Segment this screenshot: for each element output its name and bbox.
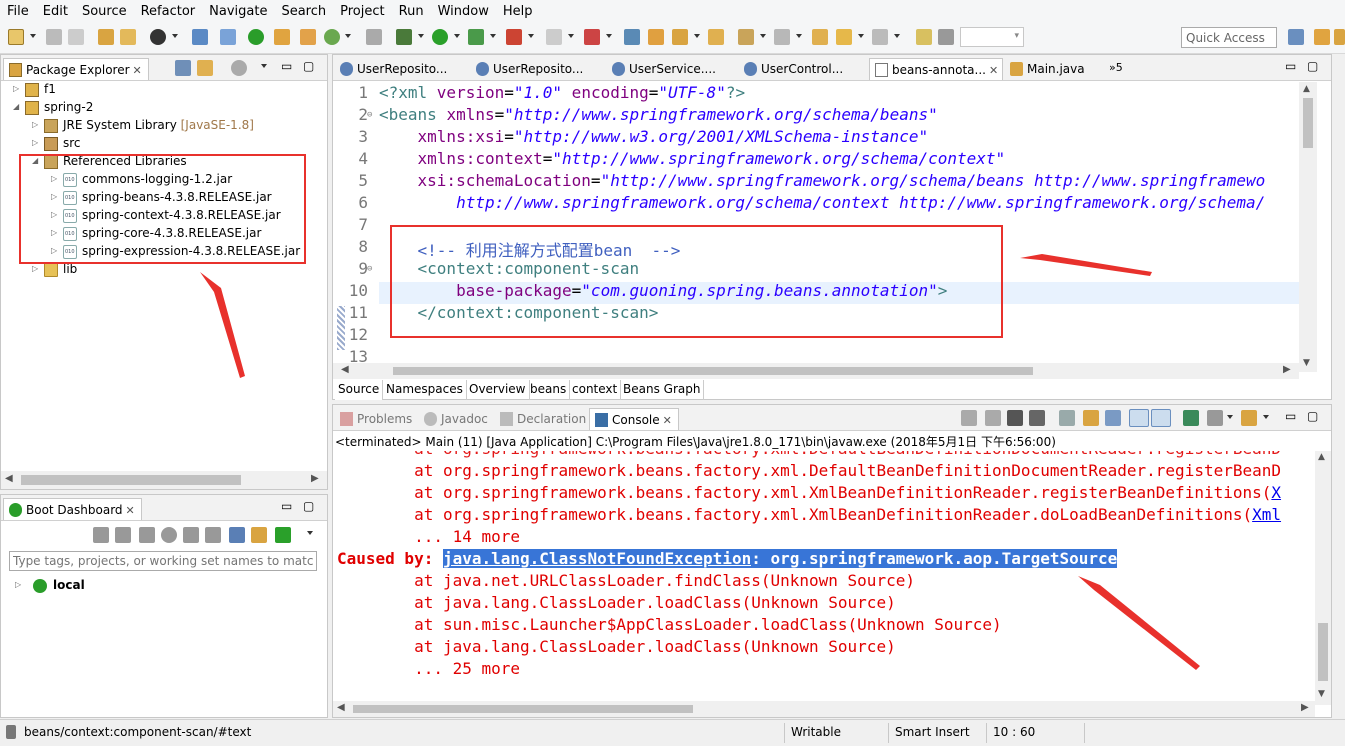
annotation-arrow-libraries	[200, 272, 245, 378]
status-separator	[986, 723, 987, 743]
status-separator	[888, 723, 889, 743]
annotation-arrow-xml	[1020, 254, 1152, 276]
status-path: beans/context:component-scan/#text	[24, 725, 252, 739]
status-writable: Writable	[791, 725, 841, 739]
status-cursor-position: 10 : 60	[993, 725, 1036, 739]
status-separator	[784, 723, 785, 743]
status-insert-mode: Smart Insert	[895, 725, 970, 739]
annotation-arrow-exception	[1078, 576, 1200, 670]
status-separator	[1084, 723, 1085, 743]
status-bar: beans/context:component-scan/#text Writa…	[0, 719, 1345, 746]
status-icon	[6, 725, 16, 739]
annotation-arrows	[200, 254, 1200, 670]
